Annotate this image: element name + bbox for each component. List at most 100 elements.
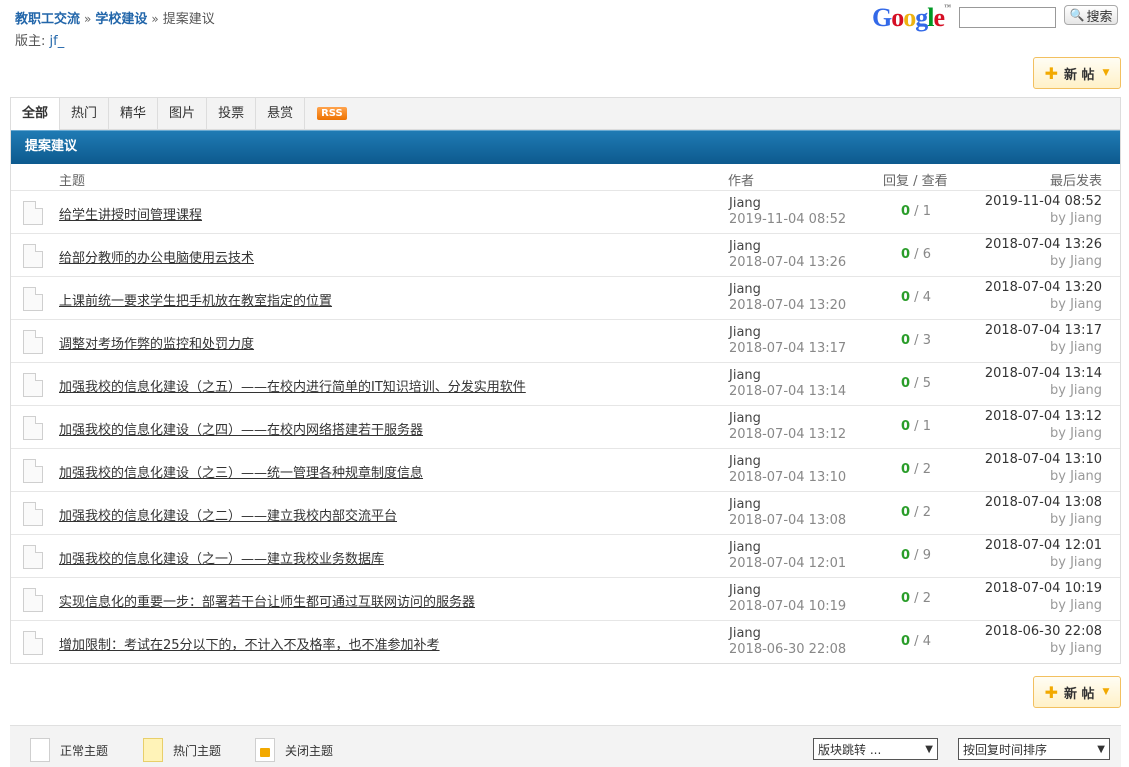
reply-count: 0 <box>901 290 911 305</box>
author-link[interactable]: Jiang <box>729 454 761 469</box>
last-post-link[interactable]: 2018-07-04 13:26 <box>985 237 1102 252</box>
thread-date: 2018-07-04 12:01 <box>729 556 847 571</box>
new-post-button-bottom[interactable]: ✚ 新 帖 ▼ <box>1033 676 1121 708</box>
author-link[interactable]: Jiang <box>729 368 761 383</box>
tab-images[interactable]: 图片 <box>158 98 208 129</box>
last-post-link[interactable]: 2018-06-30 22:08 <box>985 624 1102 639</box>
author-link[interactable]: Jiang <box>729 325 761 340</box>
tab-hot[interactable]: 热门 <box>60 98 110 129</box>
thread-title-link[interactable]: 给部分教师的办公电脑使用云技术 <box>59 247 254 266</box>
legend-normal: 正常主题 <box>30 738 108 762</box>
document-icon <box>23 459 43 483</box>
search-button[interactable]: 🔍 搜索 <box>1064 5 1118 25</box>
last-post-link[interactable]: 2019-11-04 08:52 <box>985 194 1102 209</box>
last-post-link[interactable]: 2018-07-04 13:17 <box>985 323 1102 338</box>
legend-closed-label: 关闭主题 <box>285 743 334 758</box>
last-post: 2018-07-04 13:26 by Jiang <box>985 236 1102 270</box>
thread-author: Jiang 2018-07-04 13:20 <box>729 282 846 314</box>
sort-value: 按回复时间排序 <box>963 742 1048 757</box>
author-link[interactable]: Jiang <box>729 583 761 598</box>
author-link[interactable]: Jiang <box>729 540 761 555</box>
thread-title-link[interactable]: 实现信息化的重要一步：部署若干台让师生都可通过互联网访问的服务器 <box>59 591 475 610</box>
breadcrumb-separator: » <box>151 12 159 26</box>
normal-topic-icon <box>30 738 50 762</box>
view-count: 2 <box>922 462 931 477</box>
thread-title-link[interactable]: 加强我校的信息化建设（之四）——在校内网络搭建若干服务器 <box>59 419 423 438</box>
search-input[interactable] <box>959 7 1056 28</box>
thread-title-link[interactable]: 给学生讲授时间管理课程 <box>59 204 202 223</box>
last-post-link[interactable]: 2018-07-04 13:14 <box>985 366 1102 381</box>
last-post-by: by Jiang <box>1050 254 1102 269</box>
author-link[interactable]: Jiang <box>729 626 761 641</box>
document-icon <box>23 502 43 526</box>
view-count: 2 <box>922 505 931 520</box>
reply-count: 0 <box>901 204 911 219</box>
plus-icon: ✚ <box>1044 63 1058 83</box>
hot-topic-icon <box>143 738 163 762</box>
reply-count: 0 <box>901 333 911 348</box>
author-link[interactable]: Jiang <box>729 239 761 254</box>
last-post: 2018-07-04 13:10 by Jiang <box>985 451 1102 485</box>
last-post-link[interactable]: 2018-07-04 13:12 <box>985 409 1102 424</box>
last-post-link[interactable]: 2018-07-04 13:08 <box>985 495 1102 510</box>
breadcrumb-section-link[interactable]: 学校建设 <box>95 12 147 27</box>
thread-title-link[interactable]: 上课前统一要求学生把手机放在教室指定的位置 <box>59 290 332 309</box>
thread-author: Jiang 2019-11-04 08:52 <box>729 196 846 228</box>
thread-title-link[interactable]: 调整对考场作弊的监控和处罚力度 <box>59 333 254 352</box>
col-author: 作者 <box>728 174 755 189</box>
last-post-link[interactable]: 2018-07-04 13:20 <box>985 280 1102 295</box>
chevron-down-icon[interactable]: ▼ <box>1103 68 1110 78</box>
search-button-label: 搜索 <box>1086 9 1113 25</box>
last-post-by: by Jiang <box>1050 512 1102 527</box>
new-post-label: 新 帖 <box>1063 686 1095 702</box>
sort-select[interactable]: 按回复时间排序 ▼ <box>958 738 1110 760</box>
tab-rewards[interactable]: 悬赏 <box>256 98 306 129</box>
legend-closed: 关闭主题 <box>255 738 333 762</box>
thread-title-link[interactable]: 加强我校的信息化建设（之三）——统一管理各种规章制度信息 <box>59 462 423 481</box>
tab-all[interactable]: 全部 <box>11 97 61 130</box>
forum-jump-select[interactable]: 版块跳转 ... ▼ <box>813 738 938 760</box>
forum-jump-value: 版块跳转 ... <box>818 742 882 757</box>
breadcrumb-root-link[interactable]: 教职工交流 <box>15 12 80 27</box>
table-row: 调整对考场作弊的监控和处罚力度 Jiang 2018-07-04 13:17 0 / … <box>11 320 1120 363</box>
author-link[interactable]: Jiang <box>729 196 761 211</box>
last-post: 2019-11-04 08:52 by Jiang <box>985 193 1102 227</box>
reply-count: 0 <box>901 548 911 563</box>
reply-count: 0 <box>901 376 911 391</box>
moderator-link[interactable]: jf_ <box>50 34 65 49</box>
thread-title-link[interactable]: 加强我校的信息化建设（之二）——建立我校内部交流平台 <box>59 505 397 524</box>
last-post-by: by Jiang <box>1050 598 1102 613</box>
last-post: 2018-07-04 13:12 by Jiang <box>985 408 1102 442</box>
column-headers: 主题 作者 回复 / 查看 最后发表 <box>11 164 1120 191</box>
reply-count: 0 <box>901 505 911 520</box>
breadcrumb: 教职工交流» 学校建设» 提案建议 <box>15 8 215 27</box>
moderator-label: 版主: <box>15 34 46 49</box>
new-post-button[interactable]: ✚ 新 帖 ▼ <box>1033 57 1121 89</box>
last-post: 2018-07-04 10:19 by Jiang <box>985 580 1102 614</box>
view-count: 4 <box>922 290 931 305</box>
last-post-by: by Jiang <box>1050 426 1102 441</box>
last-post: 2018-07-04 13:17 by Jiang <box>985 322 1102 356</box>
thread-title-link[interactable]: 加强我校的信息化建设（之五）——在校内进行简单的IT知识培训、分发实用软件 <box>59 376 526 395</box>
author-link[interactable]: Jiang <box>729 282 761 297</box>
thread-author: Jiang 2018-07-04 13:14 <box>729 368 846 400</box>
tab-digest[interactable]: 精华 <box>109 98 159 129</box>
thread-date: 2018-07-04 13:14 <box>729 384 847 399</box>
author-link[interactable]: Jiang <box>729 411 761 426</box>
last-post-link[interactable]: 2018-07-04 13:10 <box>985 452 1102 467</box>
table-row: 增加限制：考试在25分以下的，不计入不及格率，也不准参加补考 Jiang 2018-… <box>11 621 1120 664</box>
document-icon <box>23 545 43 569</box>
last-post-by: by Jiang <box>1050 340 1102 355</box>
legend-bar: 正常主题 热门主题 关闭主题 版块跳转 ... ▼ 按回复时间排序 ▼ <box>10 725 1121 767</box>
reply-count: 0 <box>901 634 911 649</box>
thread-title-link[interactable]: 加强我校的信息化建设（之一）——建立我校业务数据库 <box>59 548 384 567</box>
last-post: 2018-07-04 13:14 by Jiang <box>985 365 1102 399</box>
chevron-down-icon[interactable]: ▼ <box>1103 687 1110 697</box>
table-row: 给部分教师的办公电脑使用云技术 Jiang 2018-07-04 13:26 0 / … <box>11 234 1120 277</box>
author-link[interactable]: Jiang <box>729 497 761 512</box>
tab-polls[interactable]: 投票 <box>207 98 257 129</box>
rss-icon[interactable]: RSS <box>317 107 347 120</box>
last-post-link[interactable]: 2018-07-04 10:19 <box>985 581 1102 596</box>
last-post-link[interactable]: 2018-07-04 12:01 <box>985 538 1102 553</box>
thread-title-link[interactable]: 增加限制：考试在25分以下的，不计入不及格率，也不准参加补考 <box>59 634 440 653</box>
